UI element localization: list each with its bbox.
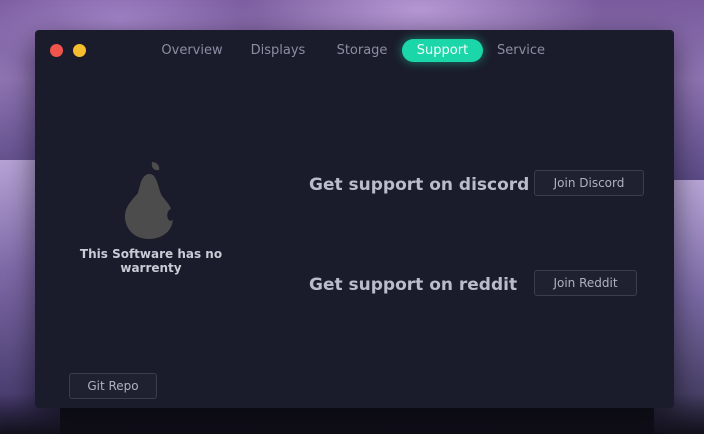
tab-storage[interactable]: Storage — [324, 39, 400, 62]
git-repo-button[interactable]: Git Repo — [69, 373, 157, 399]
join-discord-button[interactable]: Join Discord — [534, 170, 644, 196]
tab-service[interactable]: Service — [488, 39, 554, 62]
warranty-text: This Software has no warrenty — [79, 247, 223, 275]
tab-support[interactable]: Support — [402, 39, 483, 62]
minimize-icon[interactable] — [73, 44, 86, 57]
tab-displays[interactable]: Displays — [240, 39, 316, 62]
reddit-support-text: Get support on reddit — [309, 275, 518, 295]
tab-overview[interactable]: Overview — [154, 39, 230, 62]
discord-support-text: Get support on discord — [309, 175, 530, 195]
pear-logo-icon — [124, 162, 174, 239]
close-icon[interactable] — [50, 44, 63, 57]
app-window: Overview Displays Storage Support Servic… — [35, 30, 674, 408]
join-reddit-button[interactable]: Join Reddit — [534, 270, 637, 296]
